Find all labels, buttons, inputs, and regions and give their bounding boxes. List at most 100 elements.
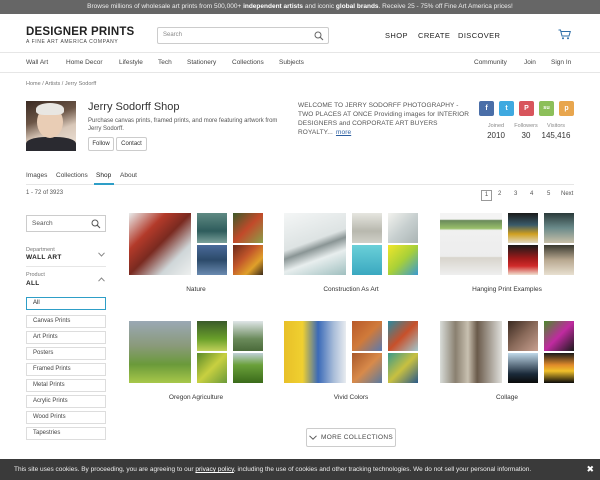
chevron-down-icon[interactable]	[98, 252, 105, 257]
collection-title: Oregon Agriculture	[168, 394, 224, 401]
page-5[interactable]: 5	[547, 191, 550, 197]
promo-text-artists: independent artists	[243, 3, 304, 10]
search-placeholder: Search	[163, 32, 183, 38]
collection-title: Collage	[495, 394, 519, 401]
twitter-glyph: t	[505, 105, 508, 112]
collection-title: Hanging Print Examples	[472, 286, 542, 293]
contact-button[interactable]: Contact	[116, 137, 147, 151]
stumbleupon-glyph: su	[543, 105, 550, 111]
twitter-share-icon[interactable]: t	[499, 101, 514, 116]
artist-avatar	[26, 101, 76, 151]
stat-label: Followers	[514, 123, 538, 129]
more-link[interactable]: more	[336, 129, 351, 136]
tab-images[interactable]: Images	[26, 172, 47, 179]
product-option-wood-prints[interactable]: Wood Prints	[26, 411, 106, 424]
product-option-metal-prints[interactable]: Metal Prints	[26, 379, 106, 392]
department-label: Department	[26, 247, 55, 253]
cookie-banner: This site uses cookies. By proceeding, y…	[0, 459, 600, 480]
pinterest-share-icon[interactable]: P	[519, 101, 534, 116]
collection-title: Nature	[186, 286, 206, 293]
catnav-join[interactable]: Join	[524, 59, 536, 66]
cart-icon[interactable]	[558, 29, 571, 40]
stat-visitors: Visitors 145,416	[539, 123, 573, 140]
more-collections-button[interactable]: MORE COLLECTIONS	[306, 428, 396, 447]
results-count: 1 - 72 of 3923	[26, 190, 64, 196]
page-2[interactable]: 2	[498, 191, 501, 197]
department-select[interactable]: WALL ART	[26, 254, 62, 261]
follow-button[interactable]: Follow	[88, 137, 114, 151]
tab-about[interactable]: About	[120, 172, 137, 179]
catnav-divider	[0, 72, 600, 73]
catnav-lifestyle[interactable]: Lifestyle	[119, 59, 143, 66]
page-3[interactable]: 3	[514, 191, 517, 197]
breadcrumb[interactable]: Home / Artists / Jerry Sodorff	[26, 81, 96, 87]
stat-label: Visitors	[547, 123, 565, 129]
stat-value: 145,416	[541, 131, 571, 140]
more-collections-label: MORE COLLECTIONS	[321, 434, 393, 441]
close-icon[interactable]: ✖	[586, 459, 594, 480]
sidebar-search-placeholder: Search	[32, 220, 53, 227]
tab-shop[interactable]: Shop	[96, 172, 111, 179]
logo-main-text: DESIGNER PRINTS	[26, 26, 135, 38]
logo-sub-text: A FINE ART AMERICA COMPANY	[26, 39, 119, 45]
shop-title: Jerry Sodorff Shop	[88, 101, 180, 113]
stat-value: 2010	[487, 131, 505, 140]
facebook-share-icon[interactable]: f	[479, 101, 494, 116]
collection-title: Vivid Colors	[333, 394, 369, 401]
product-option-all[interactable]: All	[26, 297, 106, 310]
facebook-glyph: f	[485, 105, 488, 112]
next-page[interactable]: Next	[561, 191, 573, 197]
nav-shop[interactable]: SHOP	[385, 31, 408, 40]
privacy-policy-link[interactable]: privacy policy	[195, 466, 234, 473]
shop-welcome-text: WELCOME TO JERRY SODORFF PHOTOGRAPHY - T…	[298, 101, 470, 137]
nav-discover[interactable]: DISCOVER	[458, 31, 500, 40]
chevron-down-icon	[309, 435, 317, 440]
promo-banner: Browse millions of wholesale art prints …	[0, 0, 600, 14]
catnav-home-decor[interactable]: Home Decor	[66, 59, 102, 66]
product-option-acrylic-prints[interactable]: Acrylic Prints	[26, 395, 106, 408]
header-search-input[interactable]: Search	[157, 27, 329, 44]
chevron-up-icon[interactable]	[98, 277, 105, 282]
catnav-stationery[interactable]: Stationery	[187, 59, 216, 66]
product-option-canvas-prints[interactable]: Canvas Prints	[26, 315, 106, 328]
stat-joined: Joined 2010	[479, 123, 513, 140]
stat-label: Joined	[487, 123, 505, 129]
promo-text-prefix: Browse millions of wholesale art prints …	[87, 3, 244, 10]
active-tab-indicator	[94, 183, 114, 185]
tab-collections[interactable]: Collections	[56, 172, 88, 179]
search-icon[interactable]	[91, 219, 101, 229]
cookie-text-prefix: This site uses cookies. By proceeding, y…	[14, 466, 196, 473]
catnav-wall-art[interactable]: Wall Art	[26, 59, 48, 66]
promo-text-suffix: . Receive 25 - 75% off Fine Art America …	[378, 3, 513, 10]
product-select[interactable]: ALL	[26, 280, 40, 287]
welcome-body: WELCOME TO JERRY SODORFF PHOTOGRAPHY - T…	[298, 102, 470, 136]
product-option-art-prints[interactable]: Art Prints	[26, 331, 106, 344]
other-glyph: p	[564, 105, 569, 112]
catnav-collections[interactable]: Collections	[232, 59, 264, 66]
page-1[interactable]: 1	[481, 190, 492, 201]
filter-divider	[26, 266, 106, 267]
site-logo[interactable]: DESIGNER PRINTS A FINE ART AMERICA COMPA…	[26, 26, 134, 45]
cookie-text-suffix: , including the use of cookies and other…	[233, 466, 532, 473]
nav-create[interactable]: CREATE	[418, 31, 450, 40]
collection-title: Construction As Art	[323, 286, 379, 293]
stat-followers: Followers 30	[509, 123, 543, 140]
catnav-community[interactable]: Community	[474, 59, 507, 66]
product-option-posters[interactable]: Posters	[26, 347, 106, 360]
page-4[interactable]: 4	[530, 191, 533, 197]
header-divider	[0, 52, 600, 53]
catnav-sign-in[interactable]: Sign In	[551, 59, 571, 66]
product-label: Product	[26, 272, 45, 278]
product-option-framed-prints[interactable]: Framed Prints	[26, 363, 106, 376]
promo-text-brands: global brands	[335, 3, 379, 10]
search-icon[interactable]	[314, 31, 324, 41]
promo-text-mid: and iconic	[303, 3, 336, 10]
product-option-tapestries[interactable]: Tapestries	[26, 427, 106, 440]
shop-description: Purchase canvas prints, framed prints, a…	[88, 118, 278, 132]
stumbleupon-share-icon[interactable]: su	[539, 101, 554, 116]
sidebar-search-input[interactable]: Search	[26, 215, 106, 232]
catnav-subjects[interactable]: Subjects	[279, 59, 304, 66]
pinterest-glyph: P	[524, 105, 529, 112]
catnav-tech[interactable]: Tech	[158, 59, 172, 66]
other-share-icon[interactable]: p	[559, 101, 574, 116]
